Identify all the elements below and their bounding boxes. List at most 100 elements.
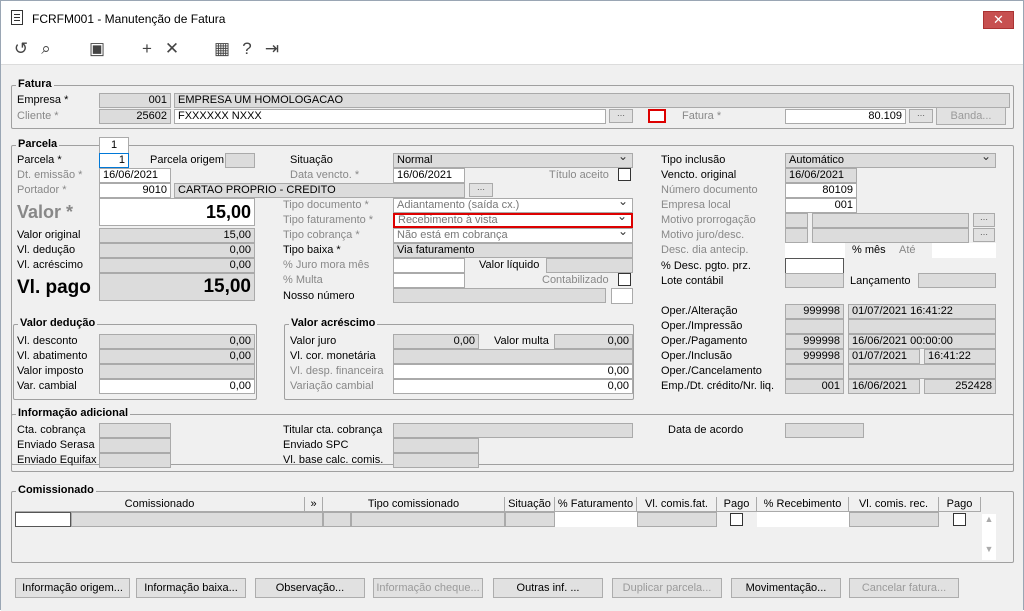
contabilizado-label: Contabilizado	[542, 274, 609, 286]
contabilizado-checkbox[interactable]	[618, 273, 631, 286]
oper-impressao-date	[848, 319, 996, 334]
enviado-serasa-field	[99, 438, 171, 453]
row-pago-fat-checkbox[interactable]	[730, 513, 743, 526]
banda-button[interactable]: Banda...	[936, 107, 1006, 125]
col-tipo-comissionado[interactable]: Tipo comissionado	[323, 497, 505, 512]
close-button[interactable]: ✕	[983, 11, 1014, 29]
oper-inclusao-label: Oper./Inclusão	[661, 350, 732, 362]
parcela-tab[interactable]: 1	[99, 137, 129, 153]
row-pct-faturamento[interactable]	[555, 512, 637, 527]
save-icon[interactable]: ▣	[87, 39, 107, 59]
dt-emissao-label: Dt. emissão *	[17, 169, 83, 181]
dt-emissao-field[interactable]: 16/06/2021	[99, 168, 171, 183]
vencto-original-field: 16/06/2021	[785, 168, 857, 183]
search-icon[interactable]: ⌕	[36, 39, 56, 59]
row-comissionado-code[interactable]	[15, 512, 71, 527]
calculator-icon[interactable]	[648, 109, 666, 123]
vencto-original-label: Vencto. original	[661, 169, 737, 181]
nosso-numero-field	[393, 288, 606, 303]
table-scrollbar[interactable]: ▲ ▼	[982, 514, 996, 560]
valor-multa-field: 0,00	[554, 334, 633, 349]
motivo-juro-label: Motivo juro/desc.	[661, 229, 745, 241]
col-situacao[interactable]: Situação	[505, 497, 555, 512]
calendar-icon[interactable]: ▦	[212, 39, 232, 59]
tipo-documento-select[interactable]: Adiantamento (saída cx.)	[393, 198, 633, 213]
enviado-spc-field	[393, 438, 479, 453]
undo-icon[interactable]: ↺	[11, 39, 31, 59]
tipo-cobranca-select[interactable]: Não está em cobrança	[393, 228, 633, 243]
data-acordo-field	[785, 423, 864, 438]
desp-financeira-field[interactable]: 0,00	[393, 364, 633, 379]
cancelar-fatura-button[interactable]: Cancelar fatura...	[849, 578, 959, 598]
valor-field[interactable]: 15,00	[99, 198, 255, 226]
desc-pgto-field[interactable]	[785, 258, 844, 274]
var-cambial-field[interactable]: 0,00	[99, 379, 255, 394]
col-pct-faturamento[interactable]: % Faturamento	[555, 497, 637, 512]
tipo-cobranca-label: Tipo cobrança *	[283, 229, 360, 241]
fatura-field[interactable]: 80.109	[785, 109, 906, 124]
numero-documento-field[interactable]: 80109	[785, 183, 857, 198]
fatura-title: Fatura	[16, 78, 54, 90]
col-comissionado[interactable]: Comissionado	[15, 497, 305, 512]
portador-lookup-button[interactable]: ⋯	[469, 183, 493, 197]
parcela-field[interactable]: 1	[99, 153, 129, 168]
cliente-code-field[interactable]: 25602	[99, 109, 171, 124]
informacao-baixa-button[interactable]: Informação baixa...	[136, 578, 246, 598]
help-icon[interactable]: ?	[237, 39, 257, 59]
valor-liquido-label: Valor líquido	[479, 259, 540, 271]
informacao-origem-button[interactable]: Informação origem...	[15, 578, 130, 598]
col-pct-recebimento[interactable]: % Recebimento	[757, 497, 849, 512]
parcela-origem-field[interactable]	[225, 153, 255, 168]
valor-juro-label: Valor juro	[290, 335, 337, 347]
col-pago-rec[interactable]: Pago	[939, 497, 981, 512]
col-expand[interactable]: »	[305, 497, 323, 512]
portador-code-field[interactable]: 9010	[99, 183, 171, 198]
nosso-numero-extra[interactable]	[611, 288, 633, 304]
valor-label: Valor *	[17, 202, 74, 222]
variacao-cambial-field[interactable]: 0,00	[393, 379, 633, 394]
row-pct-recebimento[interactable]	[757, 512, 849, 527]
enviado-equifax-label: Enviado Equifax	[17, 454, 97, 466]
valor-liquido-field	[546, 258, 633, 273]
oper-pagamento-date: 16/06/2021 00:00:00	[848, 334, 996, 349]
motivo-juro-lookup[interactable]: ⋯	[973, 228, 995, 242]
oper-cancelamento-user	[785, 364, 844, 379]
ate-field[interactable]	[932, 243, 996, 258]
col-vl-comis-fat[interactable]: Vl. comis.fat.	[637, 497, 717, 512]
row-pago-rec-checkbox[interactable]	[953, 513, 966, 526]
table-row[interactable]	[15, 512, 981, 528]
informacao-cheque-button[interactable]: Informação cheque...	[373, 578, 483, 598]
situacao-select[interactable]: Normal	[393, 153, 633, 168]
parcela-label: Parcela *	[17, 154, 62, 166]
motivo-juro-code	[785, 228, 808, 243]
duplicar-parcela-button[interactable]: Duplicar parcela...	[612, 578, 722, 598]
exit-icon[interactable]: ⇥	[262, 39, 282, 59]
delete-icon[interactable]: ✕	[162, 39, 182, 59]
observacao-button[interactable]: Observação...	[255, 578, 365, 598]
tipo-faturamento-select[interactable]: Recebimento à vista	[393, 213, 633, 228]
oper-alteracao-user: 999998	[785, 304, 844, 319]
oper-inclusao-time: 16:41:22	[924, 349, 996, 364]
data-vencto-field[interactable]: 16/06/2021	[393, 168, 465, 183]
enviado-equifax-field	[99, 453, 171, 468]
motivo-prorrogacao-lookup[interactable]: ⋯	[973, 213, 995, 227]
empresa-code-field[interactable]: 001	[99, 93, 171, 108]
col-vl-comis-rec[interactable]: Vl. comis. rec.	[849, 497, 939, 512]
empresa-local-field[interactable]: 001	[785, 198, 857, 213]
add-icon[interactable]: +	[137, 39, 157, 59]
tipo-inclusao-select[interactable]: Automático	[785, 153, 996, 168]
juro-mora-field[interactable]	[393, 258, 465, 273]
fatura-lookup-button[interactable]: ⋯	[909, 109, 933, 123]
movimentacao-button[interactable]: Movimentação...	[731, 578, 841, 598]
outras-inf-button[interactable]: Outras inf. ...	[493, 578, 603, 598]
valor-deducao-title: Valor dedução	[18, 317, 98, 329]
col-pago-fat[interactable]: Pago	[717, 497, 757, 512]
valor-imposto-label: Valor imposto	[17, 365, 84, 377]
multa-field[interactable]	[393, 273, 465, 288]
titulo-aceito-checkbox[interactable]	[618, 168, 631, 181]
cliente-lookup-button[interactable]: ⋯	[609, 109, 633, 123]
desc-dia-field[interactable]	[785, 243, 845, 258]
parcela-title: Parcela	[16, 138, 60, 150]
row-tipo-code	[323, 512, 351, 527]
oper-impressao-label: Oper./Impressão	[661, 320, 743, 332]
